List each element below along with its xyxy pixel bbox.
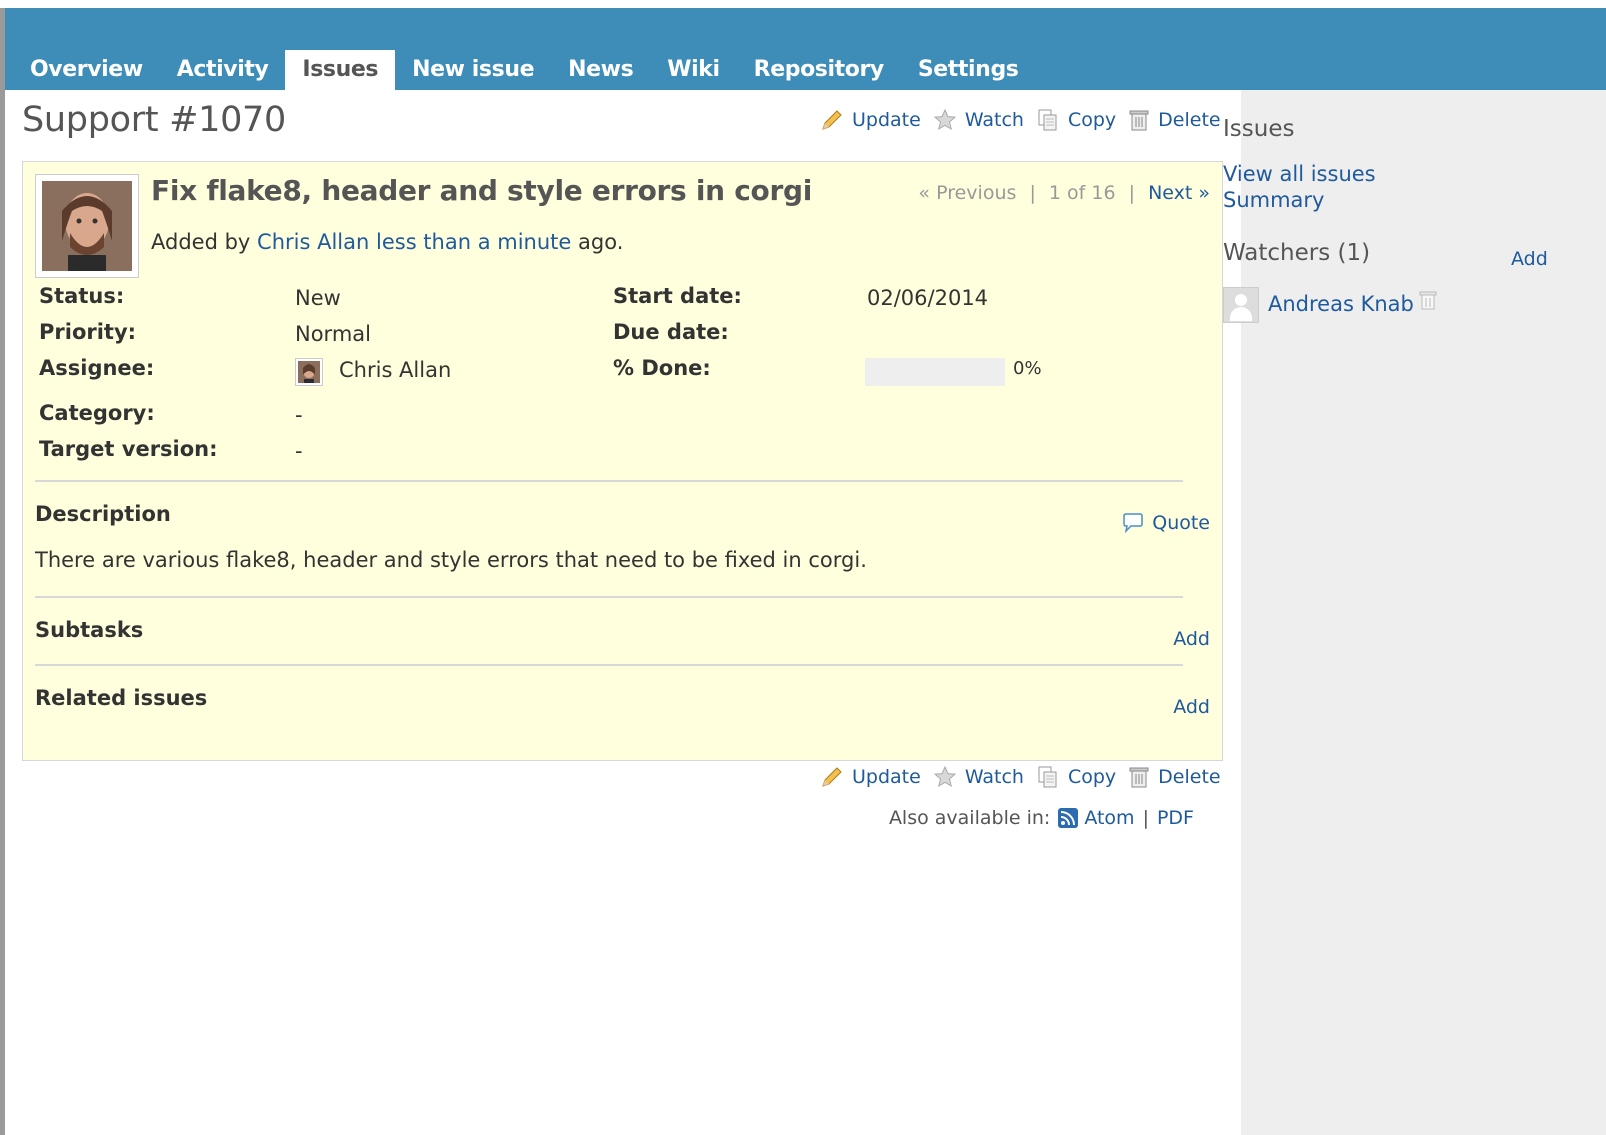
tab-settings[interactable]: Settings	[901, 50, 1036, 90]
tab-repository[interactable]: Repository	[737, 50, 901, 90]
subtasks-title: Subtasks	[35, 618, 144, 642]
description-text: There are various flake8, header and sty…	[35, 548, 867, 572]
target-version-label: Target version:	[39, 437, 218, 461]
feed-icon	[1058, 808, 1079, 828]
watcher-avatar	[1223, 287, 1259, 323]
author-avatar	[35, 174, 139, 278]
divider	[35, 596, 1183, 598]
assignee-avatar	[295, 358, 323, 386]
done-percent: 0%	[1013, 358, 1042, 379]
done-progress-bar	[865, 358, 1005, 386]
issue-position: 1 of 16	[1048, 182, 1116, 204]
previous-link[interactable]: « Previous	[918, 182, 1016, 204]
avatar-icon	[42, 181, 132, 271]
main-menu: Overview Activity Issues New issue News …	[13, 50, 1036, 90]
assignee-label: Assignee:	[39, 356, 155, 380]
tab-wiki[interactable]: Wiki	[650, 50, 736, 90]
tab-activity[interactable]: Activity	[160, 50, 286, 90]
trash-icon[interactable]	[1419, 290, 1437, 314]
issue-actions-bottom: Update Watch Copy Delete	[808, 765, 1221, 789]
start-date-label: Start date:	[613, 284, 742, 308]
delete-button[interactable]: Delete	[1128, 765, 1221, 789]
summary-link[interactable]: Summary	[1223, 188, 1324, 212]
copy-icon	[1036, 108, 1060, 132]
time-ago-link[interactable]: less than a minute	[376, 230, 571, 254]
other-formats: Also available in: Atom | PDF	[888, 807, 1194, 829]
description-title: Description	[35, 502, 171, 526]
priority-label: Priority:	[39, 320, 137, 344]
divider	[35, 664, 1183, 666]
tab-issues[interactable]: Issues	[285, 50, 396, 90]
delete-button[interactable]: Delete	[1128, 108, 1221, 132]
tab-news[interactable]: News	[551, 50, 650, 90]
top-strip	[0, 0, 1606, 8]
related-issues-title: Related issues	[35, 686, 208, 710]
update-button[interactable]: Update	[820, 765, 921, 789]
watcher-link[interactable]: Andreas Knab	[1268, 292, 1414, 316]
header-bar: Overview Activity Issues New issue News …	[5, 8, 1606, 90]
watch-button[interactable]: Watch	[933, 765, 1024, 789]
status-value: New	[295, 286, 341, 310]
star-icon	[933, 765, 957, 789]
pencil-icon	[820, 765, 844, 789]
add-related-issue-link[interactable]: Add	[1173, 696, 1210, 718]
window-frame-edge	[0, 8, 5, 1135]
copy-icon	[1036, 765, 1060, 789]
issue-actions-top: Update Watch Copy Delete	[808, 108, 1221, 132]
avatar-icon	[298, 361, 320, 383]
added-by: Added by Chris Allan less than a minute …	[151, 230, 624, 254]
due-date-label: Due date:	[613, 320, 729, 344]
trash-icon	[1128, 108, 1150, 132]
category-label: Category:	[39, 401, 155, 425]
issue-navigation: « Previous | 1 of 16 | Next »	[918, 182, 1210, 204]
atom-link[interactable]: Atom	[1084, 807, 1134, 829]
page-title: Support #1070	[22, 100, 286, 140]
add-subtask-link[interactable]: Add	[1173, 628, 1210, 650]
target-version-value: -	[295, 439, 303, 463]
done-label: % Done:	[613, 356, 711, 380]
issue-details: Fix flake8, header and style errors in c…	[22, 161, 1223, 761]
copy-button[interactable]: Copy	[1036, 765, 1116, 789]
sidebar-issues-title: Issues	[1223, 116, 1295, 142]
update-button[interactable]: Update	[820, 108, 921, 132]
sidebar: Issues View all issues Summary Watchers …	[1223, 90, 1606, 1135]
category-value: -	[295, 403, 303, 427]
tab-new-issue[interactable]: New issue	[395, 50, 551, 90]
author-link[interactable]: Chris Allan	[257, 230, 369, 254]
add-watcher-link[interactable]: Add	[1511, 248, 1548, 270]
status-label: Status:	[39, 284, 125, 308]
copy-button[interactable]: Copy	[1036, 108, 1116, 132]
quote-button[interactable]: Quote	[1122, 512, 1210, 534]
divider	[35, 480, 1183, 482]
next-link[interactable]: Next »	[1148, 182, 1210, 204]
start-date-value: 02/06/2014	[867, 286, 989, 310]
priority-value: Normal	[295, 322, 371, 346]
pdf-link[interactable]: PDF	[1157, 807, 1194, 829]
watchers-title: Watchers (1)	[1223, 240, 1371, 266]
watch-button[interactable]: Watch	[933, 108, 1024, 132]
pencil-icon	[820, 108, 844, 132]
view-all-issues-link[interactable]: View all issues	[1223, 162, 1376, 186]
tab-overview[interactable]: Overview	[13, 50, 160, 90]
star-icon	[933, 108, 957, 132]
comment-icon	[1122, 513, 1144, 533]
trash-icon	[1128, 765, 1150, 789]
issue-subject: Fix flake8, header and style errors in c…	[151, 174, 813, 207]
assignee-link[interactable]: Chris Allan	[339, 358, 451, 382]
